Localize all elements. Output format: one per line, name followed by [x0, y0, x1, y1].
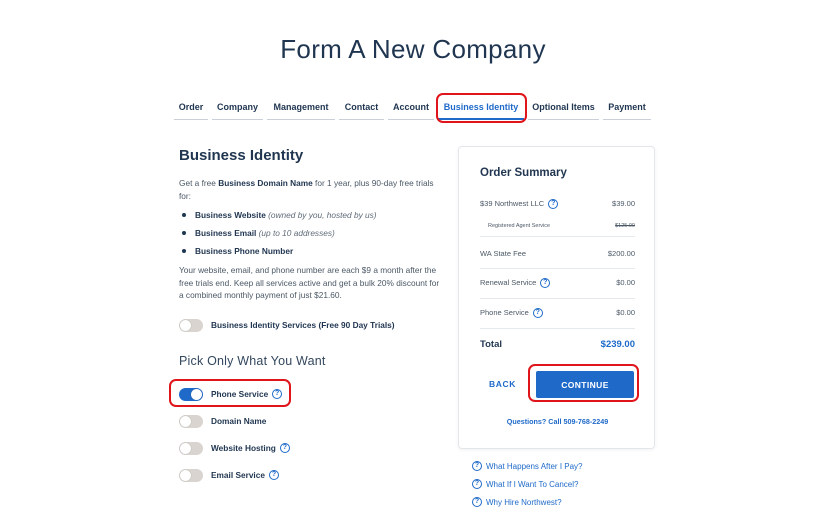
- order-summary-title: Order Summary: [480, 167, 567, 179]
- question-circle-icon[interactable]: ?: [268, 470, 279, 480]
- faq-link-why-hire[interactable]: ? Why Hire Northwest?: [472, 497, 562, 507]
- faq-link-after-pay[interactable]: ? What Happens After I Pay?: [472, 461, 583, 471]
- intro-text: Get a free Business Domain Name for 1 ye…: [179, 178, 434, 201]
- question-circle-icon: ?: [472, 461, 482, 471]
- page-title: Form A New Company: [280, 34, 546, 64]
- divider: [480, 268, 635, 269]
- question-circle-icon[interactable]: ?: [548, 199, 559, 210]
- divider: [480, 298, 635, 299]
- tab-order[interactable]: Order: [174, 98, 208, 120]
- question-circle-icon[interactable]: ?: [532, 308, 543, 319]
- summary-line-phone: Phone Service? $0.00: [480, 308, 635, 319]
- email-service-label: Email Service: [211, 470, 265, 480]
- tab-business-identity[interactable]: Business Identity: [438, 98, 524, 120]
- question-circle-icon[interactable]: ?: [272, 389, 283, 399]
- question-circle-icon: ?: [472, 497, 482, 507]
- faq-link-cancel[interactable]: ? What If I Want To Cancel?: [472, 479, 578, 489]
- bundle-toggle-row[interactable]: Business Identity Services (Free 90 Day …: [179, 317, 395, 333]
- list-item: Business Email (up to 10 addresses): [179, 227, 377, 245]
- phone-service-label: Phone Service: [211, 389, 269, 399]
- tab-company[interactable]: Company: [212, 98, 263, 120]
- website-hosting-toggle[interactable]: [179, 441, 203, 455]
- feature-list: Business Website (owned by you, hosted b…: [179, 209, 377, 263]
- section-title: Business Identity: [179, 147, 304, 164]
- phone-service-row[interactable]: Phone Service ?: [179, 386, 283, 402]
- pricing-note: Your website, email, and phone number ar…: [179, 265, 440, 300]
- summary-total: Total $239.00: [480, 339, 635, 350]
- divider: [480, 236, 635, 237]
- tab-payment[interactable]: Payment: [603, 98, 651, 120]
- domain-name-row[interactable]: Domain Name: [179, 413, 266, 429]
- question-circle-icon: ?: [472, 479, 482, 489]
- summary-strikethrough-amount: $125.00: [615, 223, 635, 229]
- question-circle-icon[interactable]: ?: [540, 278, 551, 289]
- summary-subline-registered-agent: Registered Agent Service $125.00: [488, 223, 635, 229]
- summary-amount: $39.00: [612, 199, 635, 208]
- summary-line-state-fee: WA State Fee $200.00: [480, 249, 635, 258]
- tab-management[interactable]: Management: [267, 98, 335, 120]
- tab-contact[interactable]: Contact: [339, 98, 384, 120]
- bundle-toggle-label: Business Identity Services (Free 90 Day …: [211, 320, 395, 330]
- summary-amount: $200.00: [607, 249, 635, 258]
- website-hosting-label: Website Hosting: [211, 443, 276, 453]
- summary-amount: $0.00: [616, 308, 635, 317]
- summary-line-llc: $39 Northwest LLC? $39.00: [480, 199, 635, 210]
- continue-button[interactable]: CONTINUE: [536, 371, 634, 398]
- summary-total-amount: $239.00: [600, 339, 635, 350]
- question-circle-icon[interactable]: ?: [279, 443, 290, 453]
- summary-amount: $0.00: [616, 278, 635, 287]
- questions-phone-link[interactable]: Questions? Call 509-768-2249: [459, 417, 656, 426]
- tab-account[interactable]: Account: [388, 98, 434, 120]
- order-summary-card: Order Summary $39 Northwest LLC? $39.00 …: [458, 146, 655, 449]
- domain-name-label: Domain Name: [211, 416, 267, 426]
- back-button[interactable]: BACK: [489, 379, 516, 389]
- list-item: Business Website (owned by you, hosted b…: [179, 209, 377, 227]
- list-item: Business Phone Number: [179, 245, 377, 263]
- step-tabs: Order Company Management Contact Account…: [0, 98, 813, 122]
- bundle-toggle-switch[interactable]: [179, 318, 203, 332]
- divider: [480, 328, 635, 329]
- summary-line-renewal: Renewal Service? $0.00: [480, 278, 635, 289]
- domain-name-toggle[interactable]: [179, 414, 203, 428]
- phone-service-toggle[interactable]: [179, 387, 203, 401]
- email-service-toggle[interactable]: [179, 468, 203, 482]
- pick-title: Pick Only What You Want: [179, 354, 326, 368]
- tab-optional-items[interactable]: Optional Items: [528, 98, 599, 120]
- email-service-row[interactable]: Email Service ?: [179, 467, 279, 483]
- website-hosting-row[interactable]: Website Hosting ?: [179, 440, 290, 456]
